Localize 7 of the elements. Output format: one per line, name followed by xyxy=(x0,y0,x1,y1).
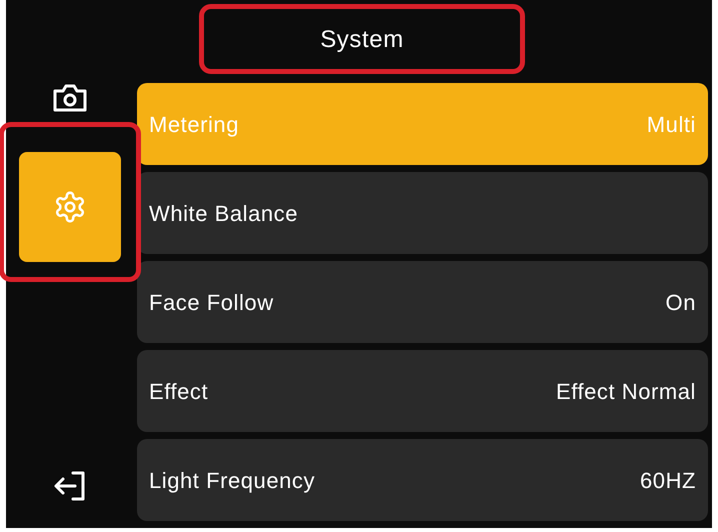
exit-icon xyxy=(53,470,87,502)
settings-icon xyxy=(53,190,87,224)
menu-row[interactable]: Effect Effect Normal xyxy=(137,350,708,432)
page-title: System xyxy=(319,25,405,55)
camera-icon xyxy=(52,83,88,113)
menu-row[interactable]: Light Frequency 60HZ xyxy=(137,439,708,521)
menu-row[interactable]: Face Follow On xyxy=(137,261,708,343)
